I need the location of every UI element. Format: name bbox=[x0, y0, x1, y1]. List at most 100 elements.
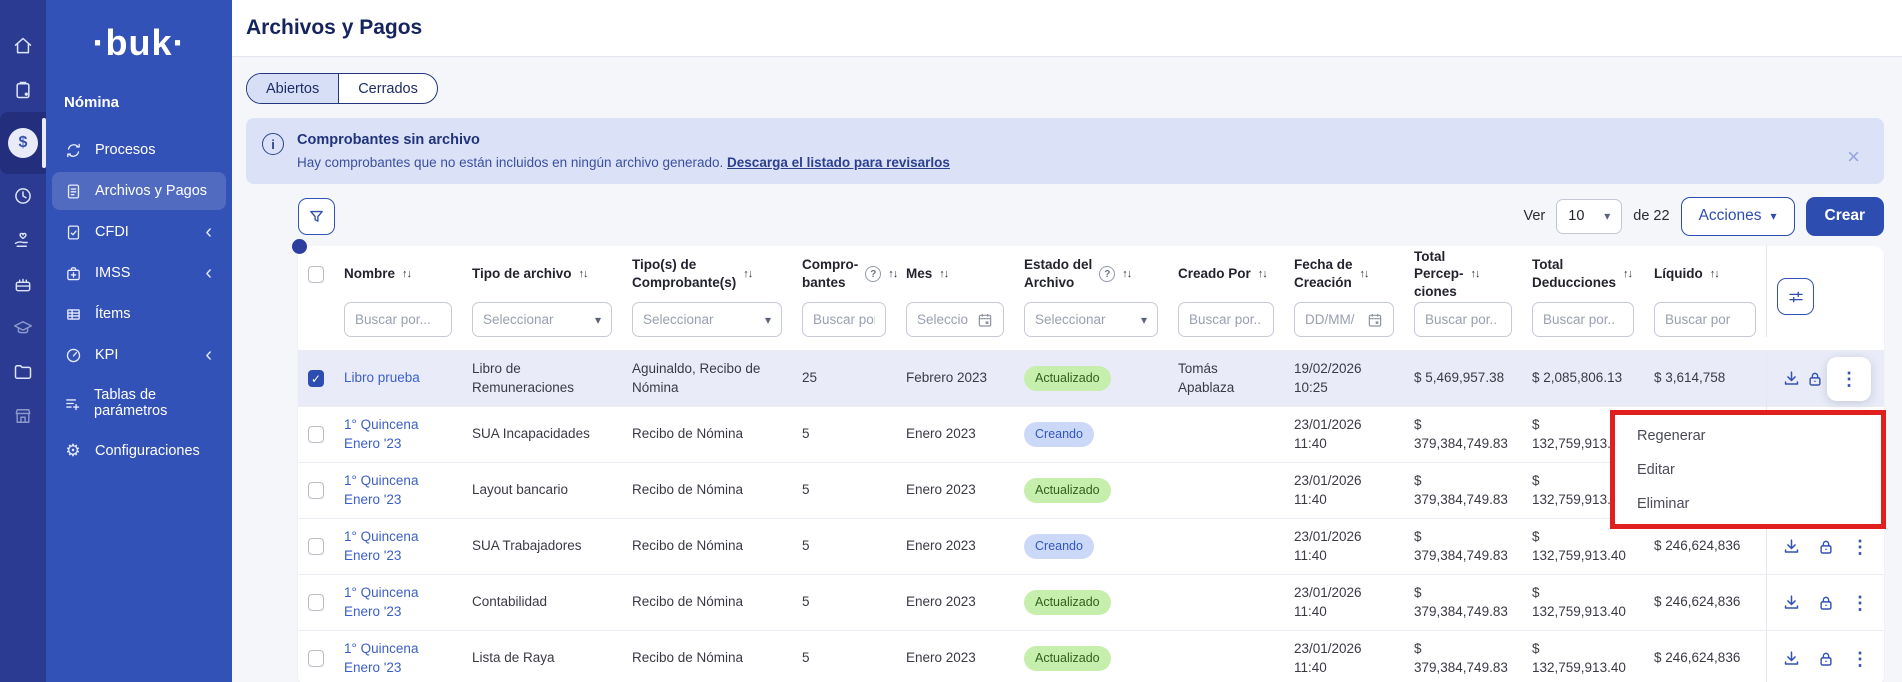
sidebar-item-procesos[interactable]: Procesos bbox=[52, 131, 226, 169]
sidebar-item-configuraciones[interactable]: ⚙ Configuraciones bbox=[52, 432, 226, 470]
cell-estado-del-archivo: Actualizado bbox=[1014, 590, 1168, 615]
hand-heart-icon[interactable] bbox=[0, 218, 46, 262]
sort-icon[interactable]: ↑↓ bbox=[402, 267, 411, 281]
sort-icon[interactable]: ↑↓ bbox=[1122, 267, 1131, 281]
close-icon[interactable]: × bbox=[1847, 146, 1860, 168]
chevron-left-icon[interactable]: ‹ bbox=[205, 345, 212, 365]
file-name-link[interactable]: 1° Quincena Enero '23 bbox=[344, 473, 418, 506]
cell-comprobantes: 5 bbox=[792, 537, 896, 555]
column-settings-button[interactable] bbox=[1777, 278, 1814, 315]
download-icon[interactable] bbox=[1780, 591, 1803, 614]
sort-icon[interactable]: ↑↓ bbox=[939, 267, 948, 281]
row-select-cell bbox=[298, 426, 334, 443]
cell-estado-del-archivo: Actualizado bbox=[1014, 366, 1168, 391]
chevron-left-icon[interactable]: ‹ bbox=[205, 263, 212, 283]
column-header-fecha-de-creacion[interactable]: Fecha de Creación↑↓ bbox=[1284, 256, 1404, 291]
sort-icon[interactable]: ↑↓ bbox=[743, 267, 752, 281]
kebab-menu-icon[interactable]: ⋮ bbox=[1849, 648, 1871, 670]
sidebar-item-archivos-y-pagos[interactable]: Archivos y Pagos bbox=[52, 172, 226, 210]
select-all-checkbox[interactable] bbox=[308, 266, 324, 283]
celebrations-icon[interactable] bbox=[0, 262, 46, 306]
column-header-total-percepciones[interactable]: Total Percep- ciones↑↓ bbox=[1404, 248, 1522, 301]
file-name-link[interactable]: 1° Quincena Enero '23 bbox=[344, 417, 418, 450]
filter-input-liquido[interactable]: Buscar por bbox=[1654, 302, 1756, 337]
sidebar-item-items[interactable]: Ítems bbox=[52, 295, 226, 333]
download-icon[interactable] bbox=[1780, 535, 1803, 558]
sidebar-item-kpi[interactable]: KPI ‹ bbox=[52, 336, 226, 374]
payroll-module-icon[interactable]: $ bbox=[0, 112, 46, 174]
lock-icon[interactable] bbox=[1815, 648, 1837, 670]
chevron-left-icon[interactable]: ‹ bbox=[205, 222, 212, 242]
banner-download-link[interactable]: Descarga el listado para revisarlos bbox=[727, 155, 950, 170]
filter-input-total-deducciones[interactable]: Buscar por.. bbox=[1532, 302, 1634, 337]
menu-item-editar[interactable]: Editar bbox=[1615, 453, 1881, 487]
filter-select-estado-del-archivo[interactable]: Seleccionar▾ bbox=[1024, 302, 1158, 337]
sort-icon[interactable]: ↑↓ bbox=[1258, 267, 1267, 281]
column-header-estado-del-archivo[interactable]: Estado del Archivo?↑↓ bbox=[1014, 256, 1168, 291]
filter-input-total-percepciones[interactable]: Buscar por.. bbox=[1414, 302, 1512, 337]
cell-mes: Enero 2023 bbox=[896, 537, 1014, 555]
home-icon[interactable] bbox=[0, 24, 46, 68]
file-name-link[interactable]: Libro prueba bbox=[344, 370, 420, 385]
kebab-menu-icon[interactable]: ⋮ bbox=[1849, 536, 1871, 558]
sort-icon[interactable]: ↑↓ bbox=[579, 267, 588, 281]
download-icon[interactable] bbox=[1780, 647, 1803, 670]
menu-item-regenerar[interactable]: Regenerar bbox=[1615, 419, 1881, 453]
column-header-tipo-de-archivo[interactable]: Tipo de archivo↑↓ bbox=[462, 265, 622, 283]
file-name-link[interactable]: 1° Quincena Enero '23 bbox=[344, 641, 418, 674]
help-icon[interactable]: ? bbox=[865, 266, 881, 282]
lock-icon[interactable] bbox=[1804, 368, 1826, 390]
column-header-mes[interactable]: Mes↑↓ bbox=[896, 265, 1014, 283]
lock-icon[interactable] bbox=[1815, 592, 1837, 614]
row-checkbox[interactable] bbox=[308, 594, 324, 611]
row-checkbox[interactable] bbox=[308, 482, 324, 499]
education-icon[interactable] bbox=[0, 306, 46, 350]
filter-select-tipo-de-archivo[interactable]: Seleccionar▾ bbox=[472, 302, 612, 337]
row-checkbox[interactable] bbox=[308, 538, 324, 555]
filter-date-mes[interactable]: Seleccio bbox=[906, 302, 1004, 337]
actions-button[interactable]: Acciones ▾ bbox=[1681, 197, 1795, 236]
row-checkbox[interactable] bbox=[308, 650, 324, 667]
sidebar-item-tablas-de-parametros[interactable]: Tablas de parámetros bbox=[52, 377, 226, 429]
column-header-comprobantes[interactable]: Compro- bantes?↑↓ bbox=[792, 256, 896, 291]
download-icon[interactable] bbox=[1780, 367, 1803, 390]
column-header-creado-por[interactable]: Creado Por↑↓ bbox=[1168, 265, 1284, 283]
filter-input-creado-por[interactable]: Buscar por.. bbox=[1178, 302, 1274, 337]
sort-icon[interactable]: ↑↓ bbox=[1360, 267, 1369, 281]
marketplace-icon[interactable] bbox=[0, 394, 46, 438]
page-size-select[interactable]: 10 ▾ bbox=[1556, 199, 1622, 234]
sort-icon[interactable]: ↑↓ bbox=[1471, 267, 1480, 281]
lock-icon[interactable] bbox=[1815, 536, 1837, 558]
menu-item-eliminar[interactable]: Eliminar bbox=[1615, 487, 1881, 521]
filter-button[interactable] bbox=[298, 198, 335, 235]
create-button[interactable]: Crear bbox=[1806, 197, 1885, 236]
help-icon[interactable]: ? bbox=[1099, 266, 1115, 282]
clock-icon[interactable] bbox=[0, 174, 46, 218]
folder-icon[interactable] bbox=[0, 350, 46, 394]
clipboard-icon[interactable] bbox=[0, 68, 46, 112]
filter-input-nombre[interactable]: Buscar por... bbox=[344, 302, 452, 337]
column-header-liquido[interactable]: Líquido↑↓ bbox=[1644, 265, 1766, 283]
kebab-menu-icon[interactable]: ⋮ bbox=[1838, 368, 1860, 390]
row-checkbox[interactable]: ✓ bbox=[308, 370, 324, 387]
file-name-link[interactable]: 1° Quincena Enero '23 bbox=[344, 529, 418, 562]
cell-total-deducciones: $ 132,759,913.40 bbox=[1522, 528, 1644, 564]
file-name-link[interactable]: 1° Quincena Enero '23 bbox=[344, 585, 418, 618]
sort-icon[interactable]: ↑↓ bbox=[1710, 267, 1719, 281]
column-header-tipos-de-comprobante[interactable]: Tipo(s) de Comprobante(s)↑↓ bbox=[622, 256, 792, 291]
filter-select-tipos-de-comprobante[interactable]: Seleccionar▾ bbox=[632, 302, 782, 337]
sidebar-item-imss[interactable]: IMSS ‹ bbox=[52, 254, 226, 292]
cell-liquido: $ 246,624,836 bbox=[1644, 537, 1766, 555]
column-header-total-deducciones[interactable]: Total Deducciones↑↓ bbox=[1522, 256, 1644, 291]
sort-icon[interactable]: ↑↓ bbox=[1623, 267, 1632, 281]
sidebar-item-cfdi[interactable]: CFDI ‹ bbox=[52, 213, 226, 251]
filter-input-comprobantes[interactable]: Buscar por.. bbox=[802, 302, 886, 337]
column-header-nombre[interactable]: Nombre↑↓ bbox=[334, 265, 462, 283]
row-checkbox[interactable] bbox=[308, 426, 324, 443]
tab-abiertos[interactable]: Abiertos bbox=[247, 74, 338, 103]
tab-cerrados[interactable]: Cerrados bbox=[338, 74, 437, 103]
cell-comprobantes: 5 bbox=[792, 481, 896, 499]
kebab-menu-icon[interactable]: ⋮ bbox=[1849, 592, 1871, 614]
status-tabs: Abiertos Cerrados bbox=[246, 73, 438, 104]
filter-date-fecha-de-creacion[interactable]: DD/MM/ bbox=[1294, 302, 1394, 337]
